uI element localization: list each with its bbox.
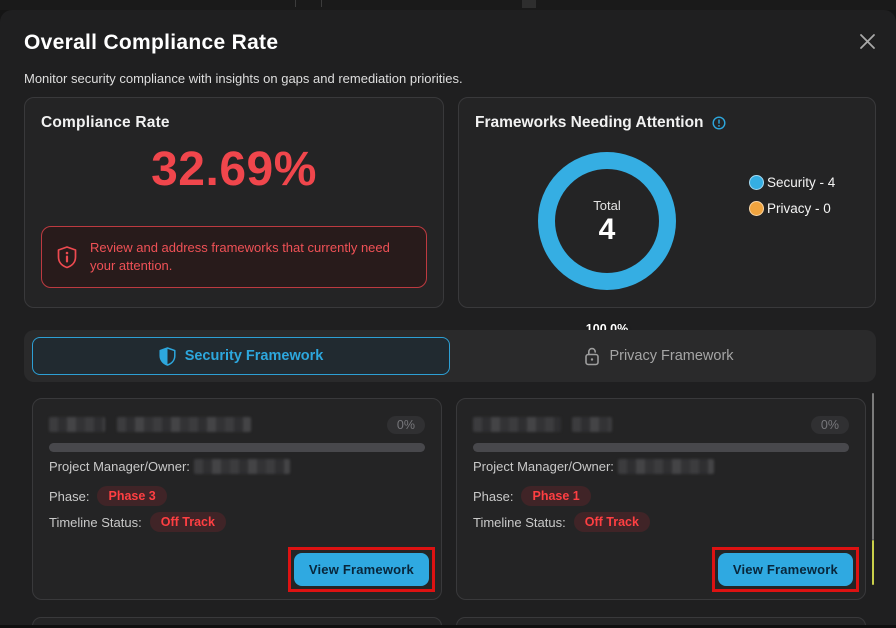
legend-item-privacy: Privacy - 0 bbox=[749, 201, 835, 216]
alert-message: Review and address frameworks that curre… bbox=[90, 239, 412, 275]
progress-percent-badge: 0% bbox=[387, 416, 425, 434]
timeline-status-badge: Off Track bbox=[150, 512, 226, 532]
frameworks-attention-card: Frameworks Needing Attention Total 4 bbox=[458, 97, 876, 308]
screen: Overall Compliance Rate Monitor security… bbox=[0, 0, 896, 628]
redacted-owner-name bbox=[194, 459, 290, 474]
legend-label: Privacy - 0 bbox=[767, 201, 831, 216]
redacted-framework-name bbox=[572, 417, 612, 432]
progress-bar bbox=[473, 443, 849, 452]
compliance-modal: Overall Compliance Rate Monitor security… bbox=[0, 10, 896, 626]
page-title: Overall Compliance Rate bbox=[24, 31, 278, 55]
security-dot-icon bbox=[749, 175, 764, 190]
scrollbar-indicator bbox=[872, 540, 874, 585]
redacted-framework-name bbox=[473, 417, 561, 432]
framework-tabs: Security Framework Privacy Framework bbox=[24, 330, 876, 382]
timeline-status-badge: Off Track bbox=[574, 512, 650, 532]
phase-badge: Phase 3 bbox=[97, 486, 166, 506]
chart-legend: Security - 4 Privacy - 0 bbox=[749, 175, 835, 216]
compliance-rate-value: 32.69% bbox=[25, 142, 443, 197]
background-page-edge bbox=[0, 0, 896, 10]
legend-label: Security - 4 bbox=[767, 175, 835, 190]
tab-security-framework[interactable]: Security Framework bbox=[32, 337, 450, 375]
tab-privacy-framework[interactable]: Privacy Framework bbox=[450, 337, 868, 375]
view-framework-button[interactable]: View Framework bbox=[294, 553, 429, 586]
timeline-status-label: Timeline Status: bbox=[49, 515, 142, 530]
framework-card: 0% Project Manager/Owner: Phase: Phase 3… bbox=[32, 398, 442, 600]
legend-item-security: Security - 4 bbox=[749, 175, 835, 190]
annotation-highlight: View Framework bbox=[712, 547, 859, 592]
owner-label: Project Manager/Owner: bbox=[49, 459, 190, 474]
tab-label: Privacy Framework bbox=[609, 348, 733, 364]
background-divider bbox=[321, 0, 322, 7]
privacy-dot-icon bbox=[749, 201, 764, 216]
redacted-owner-name bbox=[618, 459, 714, 474]
phase-label: Phase: bbox=[473, 489, 513, 504]
shield-alert-icon bbox=[56, 245, 78, 269]
donut-total-value: 4 bbox=[599, 215, 616, 245]
modal-subtitle: Monitor security compliance with insight… bbox=[24, 71, 463, 86]
info-icon[interactable] bbox=[712, 116, 726, 130]
tab-label: Security Framework bbox=[185, 348, 324, 364]
view-framework-button[interactable]: View Framework bbox=[718, 553, 853, 586]
scrollbar[interactable] bbox=[872, 393, 874, 593]
attention-alert: Review and address frameworks that curre… bbox=[41, 226, 427, 288]
card-title: Compliance Rate bbox=[41, 114, 170, 132]
background-element bbox=[522, 0, 536, 8]
redacted-framework-name bbox=[117, 417, 251, 432]
donut-chart: Total 4 100.0% bbox=[538, 152, 676, 290]
progress-bar bbox=[49, 443, 425, 452]
scrollbar-track-line bbox=[872, 393, 874, 540]
compliance-rate-card: Compliance Rate 32.69% Review and addres… bbox=[24, 97, 444, 308]
close-icon[interactable] bbox=[854, 28, 880, 54]
annotation-highlight: View Framework bbox=[288, 547, 435, 592]
card-title: Frameworks Needing Attention bbox=[475, 114, 704, 132]
donut-center: Total 4 bbox=[538, 152, 676, 290]
phase-badge: Phase 1 bbox=[521, 486, 590, 506]
timeline-status-label: Timeline Status: bbox=[473, 515, 566, 530]
phase-label: Phase: bbox=[49, 489, 89, 504]
progress-percent-badge: 0% bbox=[811, 416, 849, 434]
background-divider bbox=[295, 0, 296, 7]
donut-total-label: Total bbox=[593, 198, 620, 213]
shield-icon bbox=[159, 347, 176, 366]
lock-icon bbox=[584, 347, 600, 366]
redacted-framework-name bbox=[49, 417, 105, 432]
owner-label: Project Manager/Owner: bbox=[473, 459, 614, 474]
framework-card: 0% Project Manager/Owner: Phase: Phase 1… bbox=[456, 398, 866, 600]
